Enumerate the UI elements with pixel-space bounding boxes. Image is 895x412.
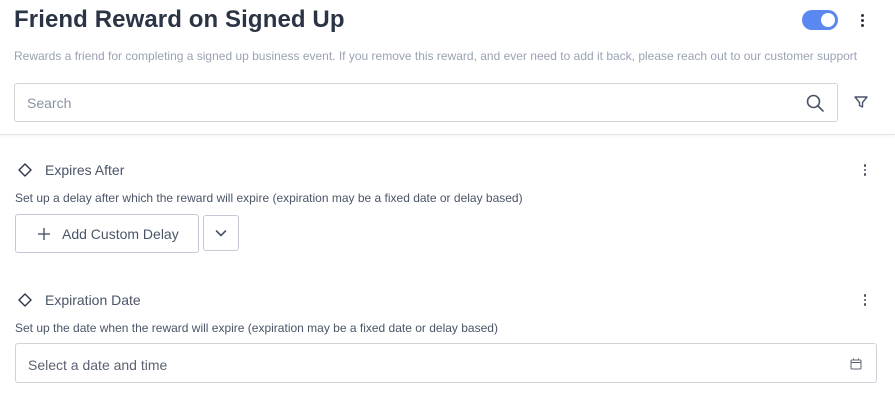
page-subtitle: Rewards a friend for completing a signed… xyxy=(14,49,858,63)
expiration-date-header: Expiration Date xyxy=(17,292,141,308)
reward-enabled-toggle[interactable] xyxy=(802,10,838,30)
calendar-icon[interactable] xyxy=(850,358,862,370)
expires-after-more-icon[interactable] xyxy=(857,161,873,179)
expiration-date-description: Set up the date when the reward will exp… xyxy=(15,321,498,335)
reward-header: Friend Reward on Signed Up Rewards a fri… xyxy=(0,0,895,135)
header-more-icon[interactable] xyxy=(854,11,870,29)
diamond-icon xyxy=(18,163,32,177)
expires-after-description: Set up a delay after which the reward wi… xyxy=(15,191,523,205)
diamond-icon xyxy=(18,293,32,307)
toggle-knob xyxy=(821,13,835,27)
delay-options-dropdown[interactable] xyxy=(203,215,239,251)
expiration-date-picker[interactable]: Select a date and time xyxy=(15,343,877,383)
expiration-date-more-icon[interactable] xyxy=(857,291,873,309)
search-input[interactable] xyxy=(27,93,787,113)
expires-after-header: Expires After xyxy=(17,162,124,178)
expires-after-title: Expires After xyxy=(45,162,125,178)
add-custom-delay-button[interactable]: Add Custom Delay xyxy=(15,214,199,253)
filter-icon[interactable] xyxy=(853,94,869,110)
search-icon[interactable] xyxy=(805,93,825,113)
plus-icon xyxy=(38,227,50,240)
chevron-down-icon xyxy=(215,230,227,237)
add-custom-delay-label: Add Custom Delay xyxy=(62,225,179,242)
date-picker-placeholder: Select a date and time xyxy=(28,357,168,373)
expiration-date-title: Expiration Date xyxy=(45,292,141,308)
page-title: Friend Reward on Signed Up xyxy=(14,6,345,33)
search-box xyxy=(14,83,838,122)
